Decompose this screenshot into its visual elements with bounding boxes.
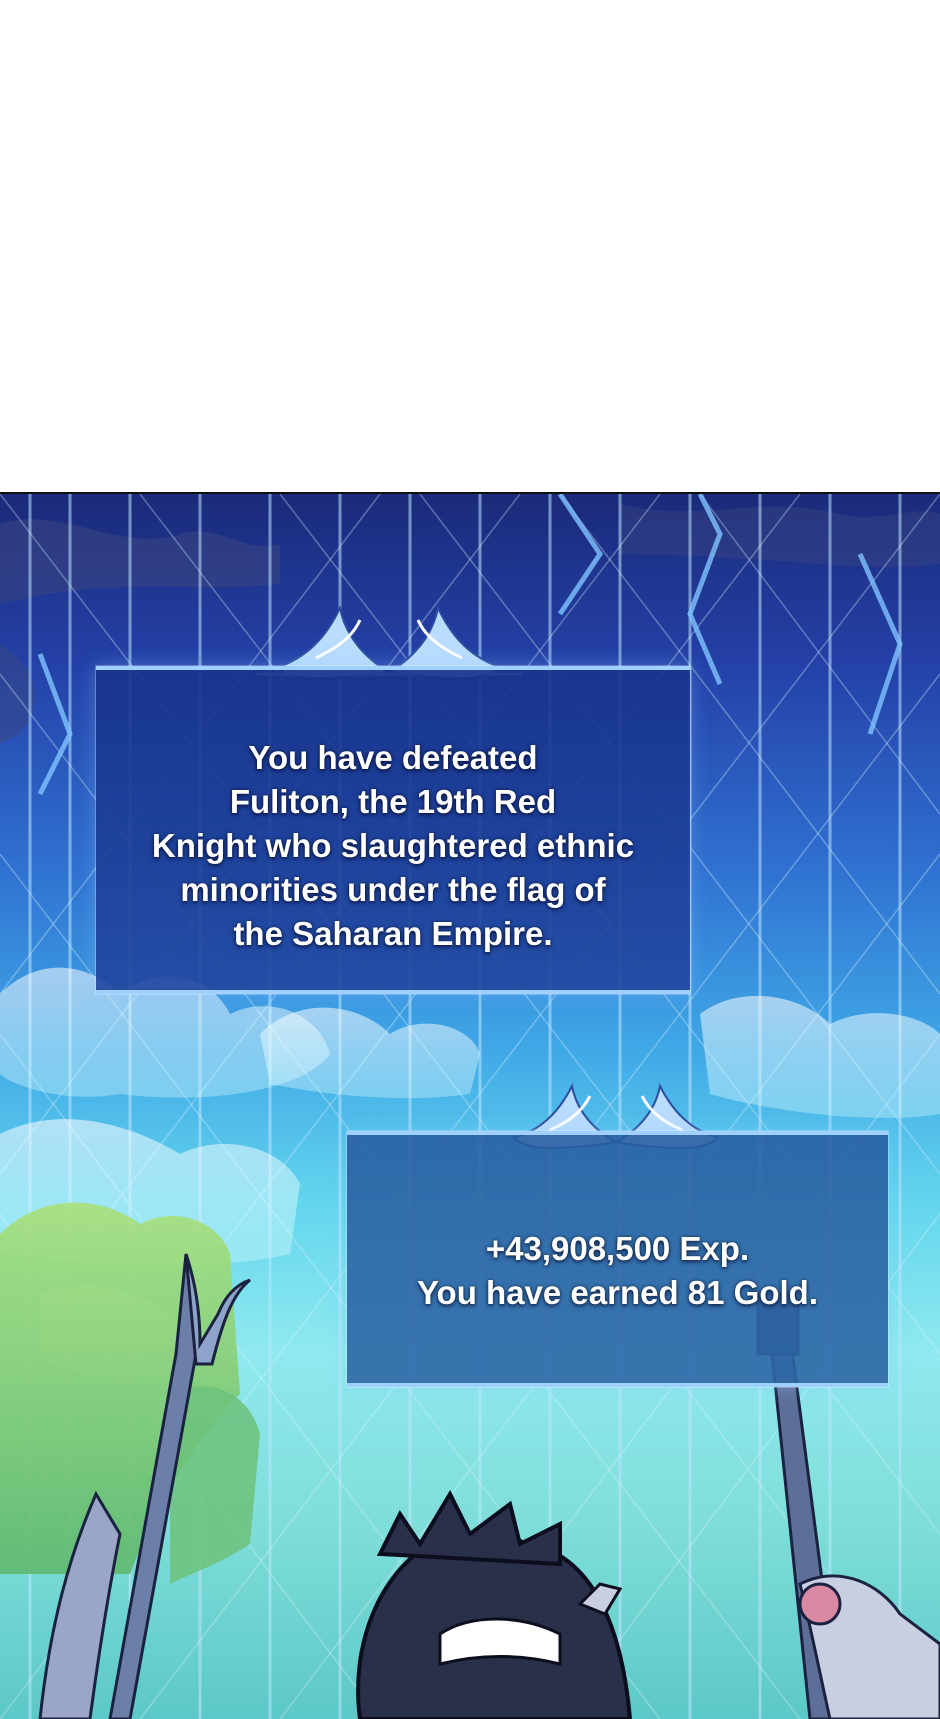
blank-gutter [0, 0, 940, 492]
reward-message: +43,908,500 Exp. You have earned 81 Gold… [347, 1227, 888, 1315]
notification-box-reward: +43,908,500 Exp. You have earned 81 Gold… [347, 1131, 888, 1387]
defeat-line-5: the Saharan Empire. [233, 915, 553, 952]
comic-panel: You have defeated Fuliton, the 19th Red … [0, 494, 940, 1719]
defeat-line-4: minorities under the flag of [180, 871, 606, 908]
notification-box-defeat: You have defeated Fuliton, the 19th Red … [96, 666, 690, 994]
comic-page: You have defeated Fuliton, the 19th Red … [0, 0, 940, 1719]
defeat-line-1: You have defeated [248, 739, 538, 776]
reward-gold: You have earned 81 Gold. [416, 1274, 818, 1311]
defeat-line-2: Fuliton, the 19th Red [229, 783, 557, 820]
character-head [356, 1489, 633, 1719]
defeat-line-3: Knight who slaughtered ethnic [151, 827, 635, 864]
reward-exp: +43,908,500 Exp. [485, 1230, 750, 1267]
defeat-message: You have defeated Fuliton, the 19th Red … [96, 736, 690, 956]
